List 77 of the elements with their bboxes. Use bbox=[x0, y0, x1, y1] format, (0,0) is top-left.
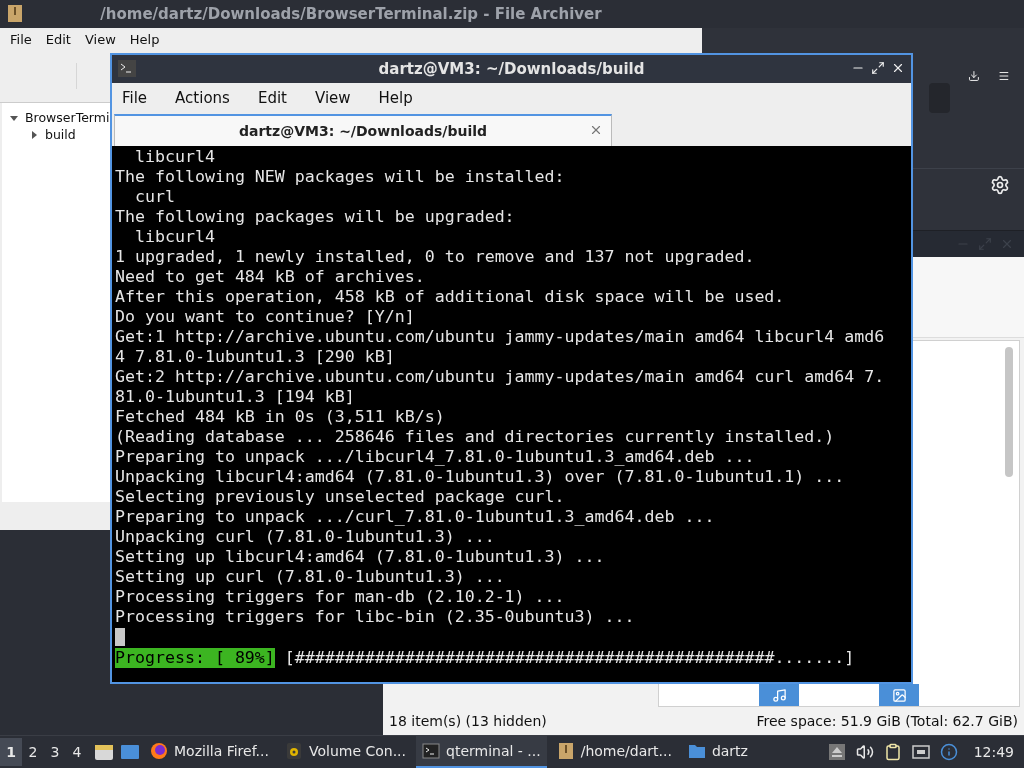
firefox-icon bbox=[150, 742, 168, 760]
archive-icon bbox=[556, 742, 575, 760]
menu-item[interactable]: Help bbox=[129, 31, 160, 47]
tree-item[interactable]: build bbox=[45, 127, 76, 142]
output-line: 4 7.81.0-1ubuntu1.3 [290 kB] bbox=[115, 347, 396, 367]
output-line: Need to get 484 kB of archives. bbox=[115, 267, 426, 287]
workspace-button[interactable]: 1 bbox=[0, 738, 22, 766]
output-line: Get:2 http://archive.ubuntu.com/ubuntu jammy-updates/main amd64 curl amd64 7. bbox=[115, 367, 886, 387]
output-line: Preparing to unpack .../curl_7.81.0-1ubuntu1.3_amd64.deb ... bbox=[115, 507, 716, 527]
clipboard-icon[interactable] bbox=[883, 743, 902, 761]
folder-icon bbox=[687, 742, 706, 760]
output-line: Setting up libcurl4:amd64 (7.81.0-1ubuntu1.3) ... bbox=[115, 547, 606, 567]
network-icon[interactable] bbox=[911, 743, 930, 761]
progress-label: Progress: [ 89%] bbox=[115, 648, 275, 668]
image-button[interactable] bbox=[879, 684, 919, 706]
item-count: 18 item(s) (13 hidden) bbox=[389, 713, 547, 729]
workspace-button[interactable]: 3 bbox=[44, 738, 66, 766]
volume-icon[interactable] bbox=[855, 743, 874, 761]
terminal-icon bbox=[118, 60, 136, 77]
output-line: Do you want to continue? [Y/n] bbox=[115, 307, 416, 327]
window-title: dartz@VM3: ~/Downloads/build bbox=[378, 60, 645, 78]
maximize-icon[interactable] bbox=[871, 61, 885, 75]
output-line: curl bbox=[133, 187, 176, 207]
workspace-button[interactable]: 2 bbox=[22, 738, 44, 766]
taskbar-item[interactable]: Mozilla Firef... bbox=[144, 736, 275, 768]
output-line: Unpacking libcurl4:amd64 (7.81.0-1ubuntu1.3) over (7.81.0-1ubuntu1.1) ... bbox=[115, 467, 846, 487]
close-icon[interactable] bbox=[891, 61, 905, 75]
output-line: libcurl4 bbox=[133, 147, 216, 167]
output-line: (Reading database ... 258646 files and directories currently installed.) bbox=[115, 427, 836, 447]
collapse-arrow-icon[interactable] bbox=[10, 113, 18, 122]
menu-item[interactable]: File bbox=[10, 31, 32, 47]
menu-item[interactable]: View bbox=[84, 31, 116, 47]
music-button[interactable] bbox=[759, 684, 799, 706]
output-line: libcurl4 bbox=[133, 227, 216, 247]
terminal-tab[interactable]: dartz@VM3: ~/Downloads/build bbox=[114, 114, 612, 146]
progress-text: [################################################.......] bbox=[284, 648, 855, 668]
menu-item[interactable]: Edit bbox=[45, 31, 71, 47]
speaker-icon bbox=[284, 742, 303, 760]
workspace-button[interactable]: 4 bbox=[66, 738, 88, 766]
menu-item[interactable]: File bbox=[122, 89, 148, 107]
menu-item[interactable]: View bbox=[314, 89, 351, 107]
menu-item[interactable]: Help bbox=[378, 89, 413, 107]
settings-icon[interactable] bbox=[990, 175, 1010, 195]
output-line: Setting up curl (7.81.0-1ubuntu1.3) ... bbox=[115, 567, 506, 587]
clock[interactable]: 12:49 bbox=[973, 744, 1014, 760]
archive-icon bbox=[6, 5, 24, 22]
window-title: /home/dartz/Downloads/BrowserTerminal.zip - File Archiver bbox=[100, 5, 602, 23]
output-line: Processing triggers for man-db (2.10.2-1) ... bbox=[115, 587, 566, 607]
tree-item[interactable]: BrowserTermi bbox=[25, 110, 110, 125]
taskbar-item[interactable]: qterminal - ... bbox=[416, 736, 547, 768]
output-line: Preparing to unpack .../libcurl4_7.81.0-1ubuntu1.3_amd64.deb ... bbox=[115, 447, 756, 467]
music-icon bbox=[771, 687, 787, 703]
file-manager-icon[interactable] bbox=[94, 743, 114, 761]
eject-icon[interactable] bbox=[827, 743, 846, 761]
text-cursor bbox=[115, 628, 125, 646]
output-line: After this operation, 458 kB of additional disk space will be used. bbox=[115, 287, 786, 307]
output-line: Get:1 http://archive.ubuntu.com/ubuntu jammy-updates/main amd64 libcurl4 amd6 bbox=[115, 327, 886, 347]
image-icon bbox=[891, 687, 907, 703]
notification-icon[interactable] bbox=[939, 743, 958, 761]
terminal-icon bbox=[422, 742, 441, 760]
output-line: The following packages will be upgraded: bbox=[115, 207, 516, 227]
scrollbar[interactable] bbox=[1005, 347, 1013, 477]
output-line: 81.0-1ubuntu1.3 [194 kB] bbox=[115, 387, 356, 407]
output-line: Fetched 484 kB in 0s (3,511 kB/s) bbox=[115, 407, 446, 427]
output-line: The following NEW packages will be installed: bbox=[115, 167, 566, 187]
free-space: Free space: 51.9 GiB (Total: 62.7 GiB) bbox=[756, 713, 1018, 729]
menu-item[interactable]: Edit bbox=[257, 89, 287, 107]
menu-item[interactable]: Actions bbox=[175, 89, 230, 107]
taskbar-item[interactable]: /home/dart... bbox=[550, 736, 678, 768]
taskbar-item[interactable]: dartz bbox=[681, 736, 754, 768]
desktop-icon[interactable] bbox=[120, 743, 140, 761]
expand-arrow-icon[interactable] bbox=[30, 130, 38, 139]
output-line: Unpacking curl (7.81.0-1ubuntu1.3) ... bbox=[115, 527, 496, 547]
output-line: Processing triggers for libc-bin (2.35-0ubuntu3) ... bbox=[115, 607, 636, 627]
output-line: 1 upgraded, 1 newly installed, 0 to remove and 137 not upgraded. bbox=[115, 247, 756, 267]
output-line: Selecting previously unselected package curl. bbox=[115, 487, 566, 507]
taskbar-item[interactable]: Volume Con... bbox=[278, 736, 413, 768]
